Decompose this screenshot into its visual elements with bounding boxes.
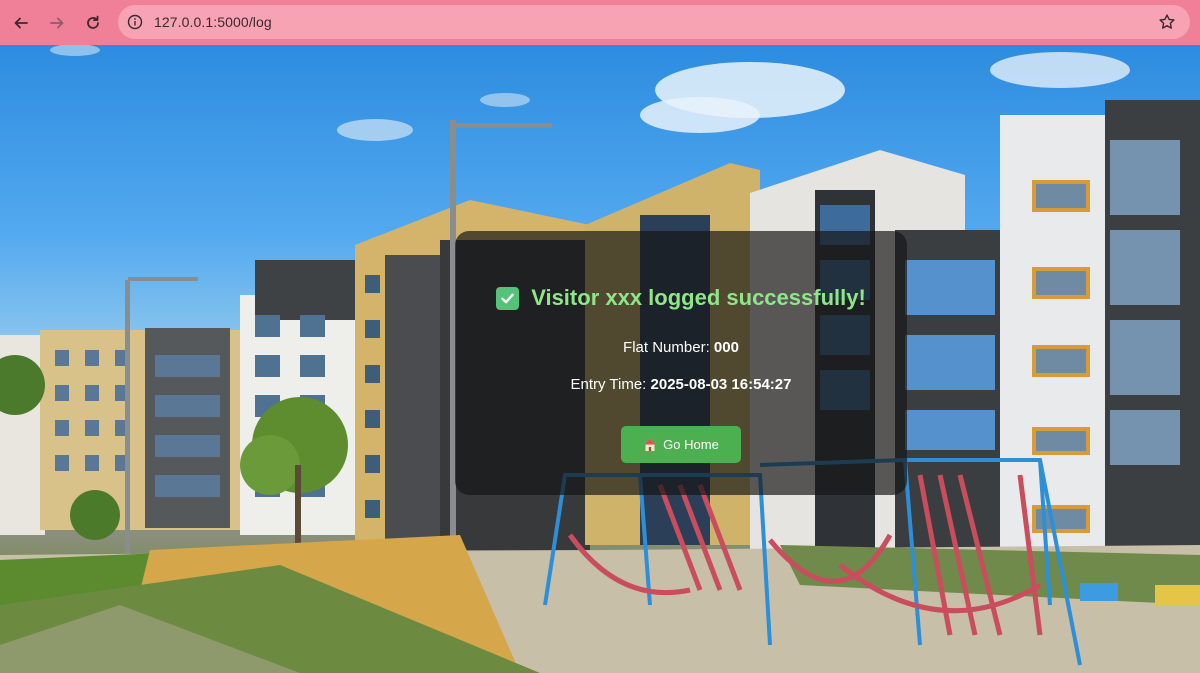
reload-button[interactable]: [80, 10, 106, 36]
success-title-text: Visitor xxx logged successfully!: [531, 285, 866, 310]
success-title: Visitor xxx logged successfully!: [496, 285, 866, 311]
flat-number-row: Flat Number: 000: [623, 339, 739, 356]
flat-number-label: Flat Number:: [623, 339, 710, 356]
visitor-log-card: Visitor xxx logged successfully! Flat Nu…: [455, 231, 907, 495]
site-info-button[interactable]: [124, 11, 146, 33]
entry-time-label: Entry Time:: [570, 376, 647, 393]
forward-button[interactable]: [44, 10, 70, 36]
reload-icon: [87, 15, 99, 29]
back-button[interactable]: [8, 10, 34, 36]
entry-time-value: 2025-08-03 16:54:27: [650, 376, 792, 393]
entry-time-row: Entry Time: 2025-08-03 16:54:27: [571, 376, 792, 393]
house-icon: [644, 438, 657, 451]
check-box-icon: [496, 286, 520, 310]
page-viewport: Visitor xxx logged successfully! Flat Nu…: [0, 45, 1200, 673]
star-icon[interactable]: [1158, 13, 1176, 31]
browser-toolbar: 127.0.0.1:5000/log: [0, 0, 1200, 45]
go-home-button[interactable]: Go Home: [621, 426, 741, 463]
info-icon: [127, 14, 143, 30]
flat-number-value: 000: [713, 339, 739, 356]
arrow-right-icon: [50, 17, 64, 28]
address-bar[interactable]: 127.0.0.1:5000/log: [118, 5, 1190, 39]
url-text[interactable]: 127.0.0.1:5000/log: [154, 14, 272, 30]
arrow-left-icon: [14, 17, 28, 28]
go-home-label: Go Home: [663, 437, 719, 452]
